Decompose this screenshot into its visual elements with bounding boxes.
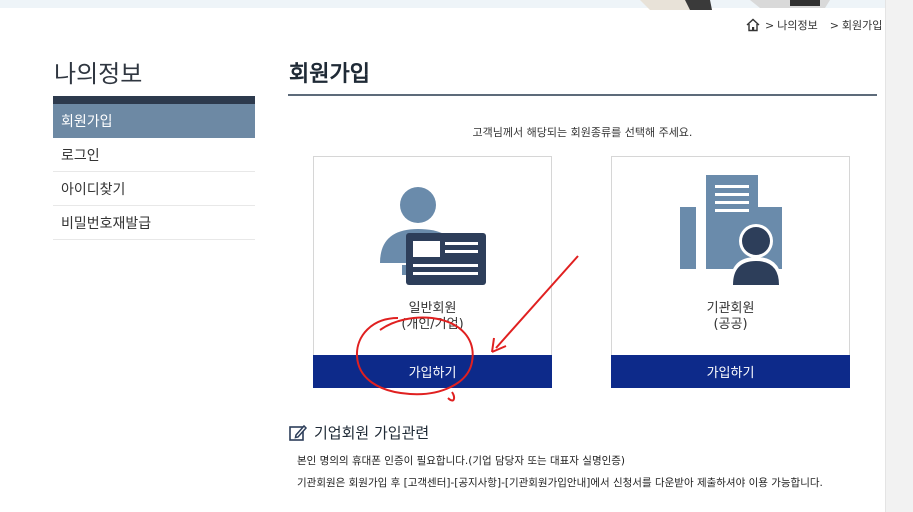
breadcrumb-separator: >	[765, 18, 775, 32]
breadcrumb-item-myinfo[interactable]: 나의정보	[777, 17, 817, 33]
institution-member-label: 기관회원 (공공)	[612, 301, 849, 333]
institution-member-join-button[interactable]: 가입하기	[611, 355, 850, 388]
person-id-card-icon	[380, 187, 486, 285]
sidebar-title: 나의정보	[54, 60, 143, 88]
institution-member-subtitle: (공공)	[713, 317, 748, 332]
sidebar-item-login[interactable]: 로그인	[53, 138, 255, 172]
general-member-subtitle: (개인/기업)	[401, 317, 464, 332]
corporate-note-2: 기관회원은 회원가입 후 [고객센터]-[공지사항]-[기관회원가입안내]에서 …	[297, 477, 823, 489]
page-title: 회원가입	[289, 62, 370, 87]
red-circle-tail	[447, 391, 456, 402]
sidebar-top-bar	[53, 96, 255, 104]
sidebar-item-signup[interactable]: 회원가입	[53, 104, 255, 138]
edit-icon	[289, 424, 308, 441]
institution-member-title: 기관회원	[706, 301, 755, 316]
general-member-card[interactable]: 일반회원 (개인/기업) 가입하기	[313, 156, 552, 388]
institution-member-card[interactable]: 기관회원 (공공) 가입하기	[611, 156, 850, 388]
breadcrumb: > 나의정보 > 회원가입	[745, 16, 882, 34]
general-member-title: 일반회원	[408, 301, 457, 316]
banner-decoration	[640, 0, 830, 10]
sidebar-item-find-id[interactable]: 아이디찾기	[53, 172, 255, 206]
breadcrumb-item-signup[interactable]: 회원가입	[842, 17, 882, 33]
breadcrumb-separator: >	[829, 18, 839, 32]
general-member-label: 일반회원 (개인/기업)	[314, 301, 551, 333]
home-icon[interactable]	[745, 17, 761, 33]
instruction-text: 고객님께서 해당되는 회원종류를 선택해 주세요.	[472, 126, 693, 139]
corporate-section-title-text: 기업회원 가입관련	[314, 424, 430, 442]
corporate-section-title: 기업회원 가입관련	[288, 422, 429, 443]
sidebar-item-reset-password[interactable]: 비밀번호재발급	[53, 206, 255, 240]
general-member-join-button[interactable]: 가입하기	[313, 355, 552, 388]
scrollbar-track[interactable]	[885, 0, 913, 512]
title-divider	[288, 94, 877, 96]
sidebar-menu: 회원가입 로그인 아이디찾기 비밀번호재발급	[53, 96, 255, 240]
corporate-note-1: 본인 명의의 휴대폰 인증이 필요합니다.(기업 담당자 또는 대표자 실명인증…	[297, 455, 626, 467]
building-person-icon	[680, 175, 782, 285]
